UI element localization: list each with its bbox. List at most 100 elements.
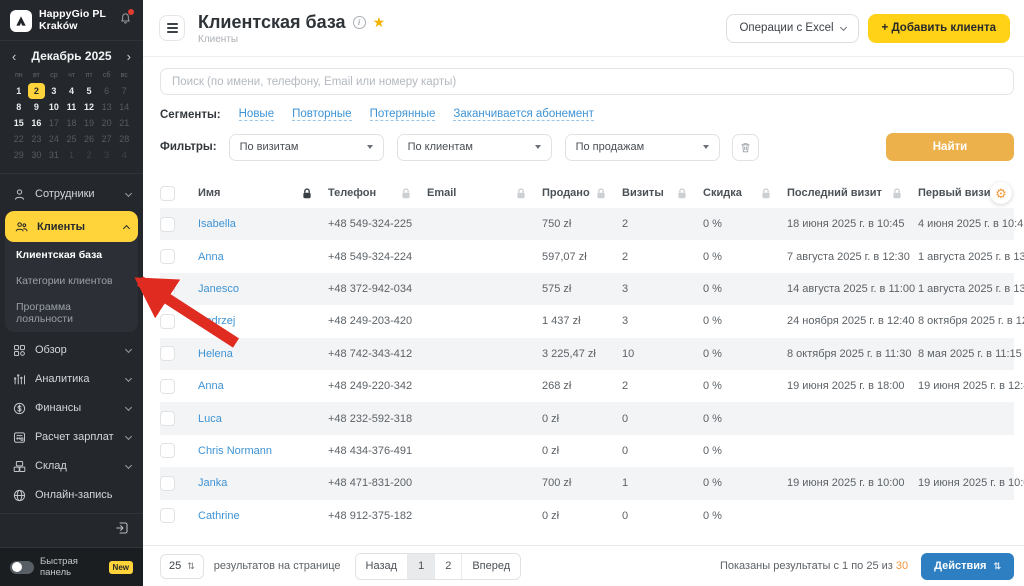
sidebar-item-overview[interactable]: Обзор — [0, 336, 143, 365]
client-name-link[interactable]: Chris Normann — [198, 445, 328, 457]
row-checkbox[interactable] — [160, 314, 175, 329]
sidebar-item-finance[interactable]: Финансы — [0, 394, 143, 423]
calendar-day[interactable]: 3 — [98, 147, 116, 163]
info-icon[interactable]: i — [353, 16, 366, 29]
quick-panel-toggle[interactable] — [10, 561, 34, 574]
calendar-day[interactable]: 28 — [115, 131, 133, 147]
pager-button[interactable]: Вперед — [462, 554, 520, 579]
row-checkbox[interactable] — [160, 217, 175, 232]
segment-link[interactable]: Новые — [239, 108, 274, 121]
calendar-day[interactable]: 29 — [10, 147, 28, 163]
search-input[interactable] — [160, 68, 1014, 95]
row-checkbox[interactable] — [160, 411, 175, 426]
table-row[interactable]: Janka +48 471-831-200 700 zł 1 0 % 19 ию… — [160, 467, 1014, 499]
row-checkbox[interactable] — [160, 508, 175, 523]
calendar-day[interactable]: 31 — [45, 147, 63, 163]
calendar-next-button[interactable]: › — [125, 50, 133, 63]
client-name-link[interactable]: Helena — [198, 348, 328, 360]
find-button[interactable]: Найти — [886, 133, 1014, 161]
filter-select[interactable]: По клиентам — [397, 134, 552, 161]
actions-button[interactable]: Действия ⇅ — [921, 553, 1014, 580]
calendar-day[interactable]: 4 — [63, 83, 81, 99]
sidebar-item-employees[interactable]: Сотрудники — [0, 180, 143, 209]
table-settings-button[interactable]: ⚙ — [990, 182, 1012, 204]
calendar-day[interactable]: 7 — [115, 83, 133, 99]
client-name-link[interactable]: Andrzej — [198, 315, 328, 327]
calendar-day[interactable]: 6 — [98, 83, 116, 99]
calendar-day[interactable]: 4 — [115, 147, 133, 163]
sidebar-item-stock[interactable]: Склад — [0, 452, 143, 481]
pager-button[interactable]: 1 — [408, 554, 435, 579]
calendar-day[interactable]: 18 — [63, 115, 81, 131]
select-all-checkbox[interactable] — [160, 186, 175, 201]
row-checkbox[interactable] — [160, 379, 175, 394]
calendar-day[interactable]: 24 — [45, 131, 63, 147]
table-row[interactable]: Cathrine +48 912-375-182 0 zł 0 0 % — [160, 500, 1014, 532]
client-name-link[interactable]: Luca — [198, 413, 328, 425]
table-row[interactable]: Chris Normann +48 434-376-491 0 zł 0 0 % — [160, 435, 1014, 467]
sidebar-item-online-booking[interactable]: Онлайн-запись — [0, 481, 143, 510]
calendar-day[interactable]: 25 — [63, 131, 81, 147]
sidebar-item-payroll[interactable]: Расчет зарплат — [0, 423, 143, 452]
calendar-day[interactable]: 20 — [98, 115, 116, 131]
calendar-day[interactable]: 1 — [63, 147, 81, 163]
calendar-day[interactable]: 5 — [80, 83, 98, 99]
client-name-link[interactable]: Isabella — [198, 218, 328, 230]
workspace-row[interactable]: HappyGio PL Kraków — [0, 0, 143, 41]
table-row[interactable]: Helena +48 742-343-412 3 225,47 zł 10 0 … — [160, 338, 1014, 370]
calendar-day[interactable]: 14 — [115, 99, 133, 115]
calendar-day[interactable]: 2 — [28, 83, 46, 99]
client-name-link[interactable]: Anna — [198, 380, 328, 392]
calendar-day[interactable]: 21 — [115, 115, 133, 131]
filter-select[interactable]: По визитам — [229, 134, 384, 161]
calendar-day[interactable]: 15 — [10, 115, 28, 131]
row-checkbox[interactable] — [160, 346, 175, 361]
table-row[interactable]: Isabella +48 549-324-225 750 zł 2 0 % 18… — [160, 208, 1014, 240]
add-client-button[interactable]: + Добавить клиента — [868, 14, 1010, 43]
client-name-link[interactable]: Cathrine — [198, 510, 328, 522]
row-checkbox[interactable] — [160, 443, 175, 458]
client-name-link[interactable]: Anna — [198, 251, 328, 263]
table-row[interactable]: Andrzej +48 249-203-420 1 437 zł 3 0 % 2… — [160, 305, 1014, 337]
calendar-day[interactable]: 12 — [80, 99, 98, 115]
page-size-select[interactable]: 25 ⇅ — [160, 554, 204, 579]
clear-filters-button[interactable] — [732, 134, 759, 161]
calendar-day[interactable]: 2 — [80, 147, 98, 163]
pager-button[interactable]: Назад — [356, 554, 409, 579]
notifications-bell-icon[interactable] — [118, 11, 133, 31]
calendar-day[interactable]: 13 — [98, 99, 116, 115]
calendar-day[interactable]: 19 — [80, 115, 98, 131]
calendar-day[interactable]: 3 — [45, 83, 63, 99]
menu-toggle-button[interactable] — [159, 15, 185, 41]
row-checkbox[interactable] — [160, 476, 175, 491]
table-row[interactable]: Janesco +48 372-942-034 575 zł 3 0 % 14 … — [160, 273, 1014, 305]
client-name-link[interactable]: Janka — [198, 477, 328, 489]
pager-button[interactable]: 2 — [435, 554, 462, 579]
sidebar-subitem[interactable]: Программа лояльности — [5, 294, 138, 332]
calendar-day[interactable]: 17 — [45, 115, 63, 131]
segment-link[interactable]: Потерянные — [370, 108, 436, 121]
calendar-day[interactable]: 26 — [80, 131, 98, 147]
sidebar-item-clients[interactable]: Клиенты — [5, 211, 138, 242]
table-row[interactable]: Luca +48 232-592-318 0 zł 0 0 % — [160, 402, 1014, 434]
table-row[interactable]: Anna +48 549-324-224 597,07 zł 2 0 % 7 а… — [160, 240, 1014, 272]
calendar-day[interactable]: 22 — [10, 131, 28, 147]
calendar-prev-button[interactable]: ‹ — [10, 50, 18, 63]
calendar-day[interactable]: 1 — [10, 83, 28, 99]
calendar-day[interactable]: 27 — [98, 131, 116, 147]
calendar-day[interactable]: 16 — [28, 115, 46, 131]
calendar-day[interactable]: 30 — [28, 147, 46, 163]
calendar-day[interactable]: 23 — [28, 131, 46, 147]
sidebar-subitem[interactable]: Клиентская база — [5, 242, 138, 268]
table-row[interactable]: Anna +48 249-220-342 268 zł 2 0 % 19 июн… — [160, 370, 1014, 402]
filter-select[interactable]: По продажам — [565, 134, 720, 161]
calendar-day[interactable]: 10 — [45, 99, 63, 115]
sidebar-subitem[interactable]: Категории клиентов — [5, 268, 138, 294]
calendar-day[interactable]: 11 — [63, 99, 81, 115]
client-name-link[interactable]: Janesco — [198, 283, 328, 295]
logout-icon[interactable] — [114, 520, 130, 541]
row-checkbox[interactable] — [160, 249, 175, 264]
segment-link[interactable]: Заканчивается абонемент — [453, 108, 594, 121]
segment-link[interactable]: Повторные — [292, 108, 351, 121]
excel-operations-button[interactable]: Операции с Excel — [726, 14, 858, 43]
